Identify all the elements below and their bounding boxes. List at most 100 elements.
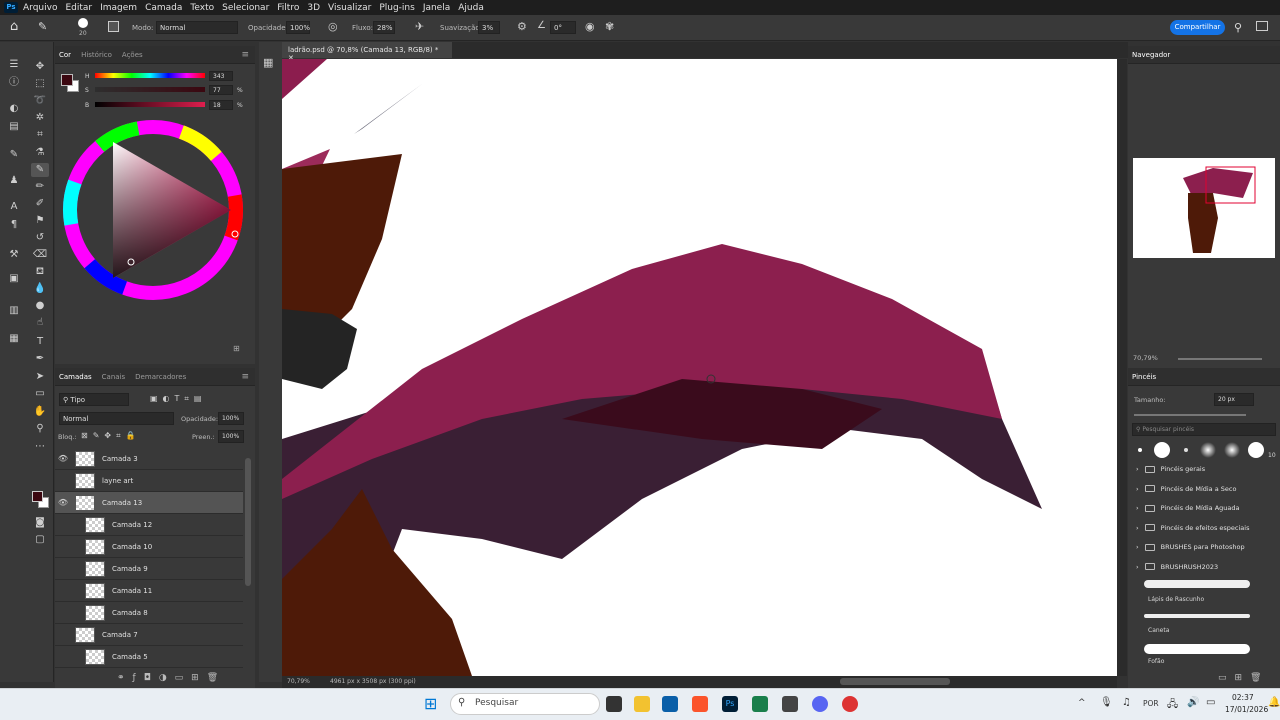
type-tool-icon[interactable]: T bbox=[31, 335, 49, 349]
store-icon[interactable] bbox=[662, 696, 678, 712]
fill-input[interactable]: 100% bbox=[218, 430, 244, 443]
discord-icon[interactable] bbox=[812, 696, 828, 712]
layer-actions-icons[interactable]: ⚭ƒ◘◑▭⊞🗑 bbox=[117, 673, 226, 683]
layers-scrollbar[interactable] bbox=[245, 458, 251, 586]
library-icon[interactable]: ▤ bbox=[5, 120, 23, 134]
blur-tool-icon[interactable]: 💧 bbox=[31, 282, 49, 296]
brush-folder[interactable]: › BRUSHES para Photoshop bbox=[1136, 543, 1245, 551]
pressure-opacity-icon[interactable]: ◎ bbox=[328, 20, 338, 33]
menu-texto[interactable]: Texto bbox=[190, 3, 214, 13]
mixer-brush-tool-icon[interactable]: ✐ bbox=[31, 197, 49, 211]
navigator-zoom[interactable]: 70,79% bbox=[1133, 354, 1158, 362]
taskbar-search[interactable]: Pesquisar bbox=[450, 693, 600, 715]
language-indicator[interactable]: POR bbox=[1143, 699, 1159, 708]
hand-tool-icon[interactable]: ✋ bbox=[31, 405, 49, 419]
move-tool-icon[interactable]: ✥ bbox=[31, 60, 49, 74]
angle-input[interactable]: 0° bbox=[550, 21, 576, 34]
expand-icon[interactable]: ⊞ bbox=[233, 344, 240, 353]
saturation-slider[interactable] bbox=[95, 87, 205, 92]
brush-actions-icons[interactable]: ▭⊞🗑 bbox=[1218, 673, 1269, 683]
search-icon[interactable]: ⚲ bbox=[1234, 21, 1242, 34]
cp-foreground-swatch[interactable] bbox=[61, 74, 73, 86]
workspace-icon[interactable] bbox=[1256, 21, 1268, 31]
headset-icon[interactable]: ♫ bbox=[1122, 697, 1131, 708]
pen-tool-icon[interactable]: ✒ bbox=[31, 352, 49, 366]
panel-menu-icon[interactable]: ≡ bbox=[241, 50, 249, 60]
menu-janela[interactable]: Janela bbox=[423, 3, 450, 13]
brush-folder[interactable]: › Pincéis gerais bbox=[1136, 465, 1205, 473]
smudge-tool-icon[interactable]: ☝ bbox=[31, 316, 49, 330]
screen-mode-icon[interactable]: ▢ bbox=[31, 533, 49, 547]
layer-row[interactable]: Camada 12 bbox=[55, 514, 243, 536]
smoothing-gear-icon[interactable]: ⚙ bbox=[517, 20, 527, 33]
layer-row[interactable]: Camada 11 bbox=[55, 580, 243, 602]
layer-row[interactable]: Camada 10 bbox=[55, 536, 243, 558]
brush-folder[interactable]: › Pincéis de efeitos especiais bbox=[1136, 524, 1249, 532]
h-input[interactable]: 343 bbox=[209, 71, 233, 81]
menu-ajuda[interactable]: Ajuda bbox=[458, 3, 484, 13]
menu-filtro[interactable]: Filtro bbox=[277, 3, 299, 13]
task-view-icon[interactable] bbox=[606, 696, 622, 712]
visibility-eye-icon[interactable]: 👁 bbox=[55, 498, 71, 507]
layers-menu-icon[interactable]: ≡ bbox=[241, 372, 249, 382]
brush-folder[interactable]: › BRUSHRUSH2023 bbox=[1136, 563, 1218, 571]
blend-mode-select[interactable]: Normal bbox=[59, 412, 174, 425]
battery-icon[interactable]: ▭ bbox=[1206, 697, 1215, 708]
clone-source-icon[interactable]: ♟ bbox=[5, 174, 23, 188]
smoothing-input[interactable]: 3% bbox=[478, 21, 500, 34]
layer-row[interactable]: 👁 Camada 3 bbox=[55, 448, 243, 470]
chevron-right-icon[interactable]: › bbox=[1136, 543, 1139, 551]
clock-date[interactable]: 17/01/2026 bbox=[1225, 705, 1268, 714]
menu-arquivo[interactable]: Arquivo bbox=[23, 3, 57, 13]
home-icon[interactable]: ⌂ bbox=[10, 19, 18, 34]
clock-time[interactable]: 02:37 bbox=[1232, 693, 1254, 702]
tray-overflow-icon[interactable]: ^ bbox=[1078, 698, 1086, 708]
brush-folder[interactable]: › Pincéis de Mídia a Seco bbox=[1136, 485, 1236, 493]
channels-icon[interactable]: ▦ bbox=[5, 332, 23, 346]
share-button[interactable]: Compartilhar bbox=[1170, 20, 1225, 35]
mode-select[interactable]: Normal bbox=[156, 21, 238, 34]
layer-row[interactable]: Camada 5 bbox=[55, 646, 243, 668]
brush-search-input[interactable]: ⚲ Pesquisar pincéis bbox=[1132, 423, 1276, 436]
brush-folder[interactable]: › Pincéis de Mídia Aguada bbox=[1136, 504, 1240, 512]
brush-tool-active-icon[interactable]: ✎ bbox=[31, 163, 49, 177]
document-tab[interactable]: ladrão.psd @ 70,8% (Camada 13, RGB/8) * … bbox=[282, 42, 452, 62]
layer-row[interactable]: Camada 8 bbox=[55, 602, 243, 624]
flow-input[interactable]: 28% bbox=[373, 21, 395, 34]
opacity-input[interactable]: 100% bbox=[286, 21, 310, 34]
hue-slider[interactable] bbox=[95, 73, 205, 78]
canvas-hscrollbar[interactable] bbox=[840, 678, 950, 685]
chevron-right-icon[interactable]: › bbox=[1136, 504, 1139, 512]
chevron-right-icon[interactable]: › bbox=[1136, 563, 1139, 571]
network-icon[interactable]: 🖧 bbox=[1167, 697, 1178, 714]
layer-row[interactable]: 👁 Camada 13 bbox=[55, 492, 243, 514]
dodge-tool-icon[interactable]: ● bbox=[31, 299, 49, 313]
quick-mask-icon[interactable]: ◙ bbox=[31, 516, 49, 530]
brave-browser-icon[interactable] bbox=[692, 696, 708, 712]
navigator-preview[interactable] bbox=[1133, 158, 1275, 258]
tab-camadas[interactable]: Camadas bbox=[59, 373, 92, 381]
airbrush-icon[interactable]: ✈ bbox=[415, 20, 424, 33]
brush-presets[interactable]: 10 bbox=[1132, 438, 1276, 462]
eyedropper-tool-icon[interactable]: ⚗ bbox=[31, 146, 49, 160]
tab-historico[interactable]: Histórico bbox=[81, 51, 112, 59]
tab-canais[interactable]: Canais bbox=[102, 373, 126, 381]
tab-cor[interactable]: Cor bbox=[59, 51, 71, 59]
crop-tool-icon[interactable]: ⌗ bbox=[31, 128, 49, 142]
filter-icons[interactable]: ▣◐T⌗▤ bbox=[150, 394, 207, 404]
path-selection-tool-icon[interactable]: ➤ bbox=[31, 370, 49, 384]
menu-editar[interactable]: Editar bbox=[65, 3, 92, 13]
visibility-eye-icon[interactable]: 👁 bbox=[55, 454, 71, 463]
layer-row[interactable]: Camada 9 bbox=[55, 558, 243, 580]
glyphs-icon[interactable]: ▣ bbox=[5, 272, 23, 286]
pencil-tool-icon[interactable]: ✏ bbox=[31, 180, 49, 194]
menu-selecionar[interactable]: Selecionar bbox=[222, 3, 269, 13]
clone-stamp-tool-icon[interactable]: ⚑ bbox=[31, 214, 49, 228]
properties-icon[interactable]: ⚒ bbox=[5, 248, 23, 262]
arrange-icon[interactable]: ▦ bbox=[263, 56, 273, 69]
brush-preset-icon[interactable] bbox=[78, 18, 88, 28]
brush-stroke-1[interactable] bbox=[1144, 580, 1250, 588]
magic-wand-tool-icon[interactable]: ✲ bbox=[31, 111, 49, 125]
chevron-right-icon[interactable]: › bbox=[1136, 485, 1139, 493]
brush-stroke-3[interactable] bbox=[1144, 644, 1250, 654]
